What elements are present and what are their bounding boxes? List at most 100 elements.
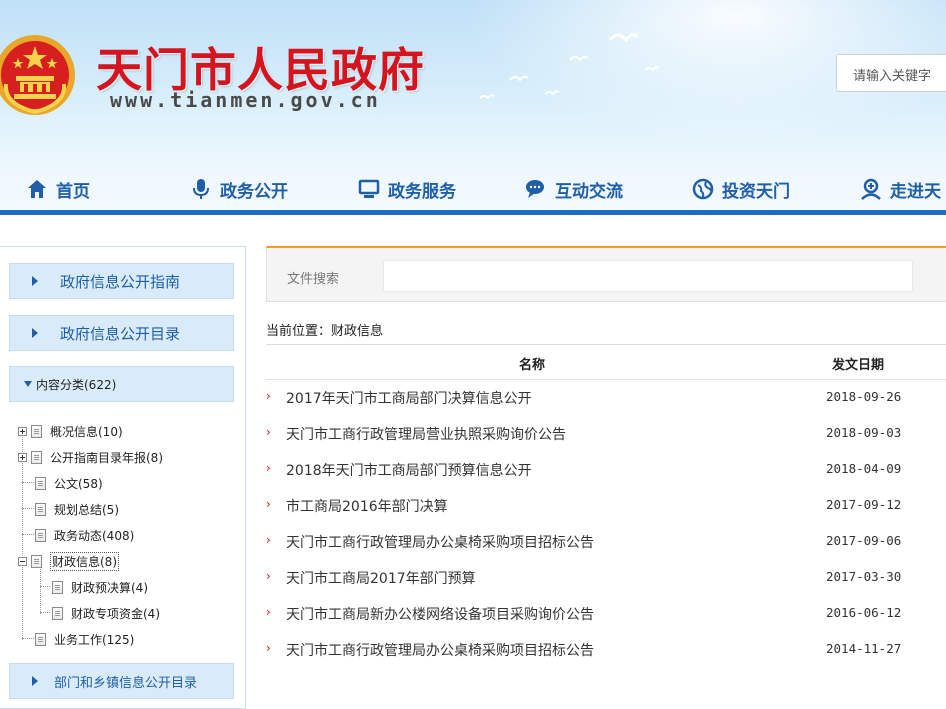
nav-item-label: 互动交流 [555, 181, 623, 202]
row-date: 2017-03-30 [826, 569, 902, 584]
row-title-link[interactable]: 天门市工商行政管理局办公桌椅采购项目招标公告 [286, 532, 594, 552]
chevron-right-icon: › [266, 461, 271, 475]
tree-item-planning[interactable]: 规划总结(5) [35, 501, 119, 517]
tree-item-label: 政务动态(408) [54, 528, 135, 543]
divider [266, 344, 946, 345]
nav-item-home[interactable]: 首页 [26, 176, 90, 202]
table-row[interactable]: › 2017年天门市工商局部门决算信息公开 2018-09-26 [266, 380, 946, 416]
column-header-name: 名称 [519, 358, 546, 373]
table-row[interactable]: › 天门市工商局2017年部门预算 2017-03-30 [266, 560, 946, 596]
tree-item-label: 财政信息(8) [50, 551, 119, 571]
table-row[interactable]: › 市工商局2016年部门决算 2017-09-12 [266, 488, 946, 524]
search-input[interactable]: 请输入关键字 [836, 54, 946, 92]
sidebar-catalog-button[interactable]: 政府信息公开目录 [9, 315, 234, 351]
chevron-right-icon: › [266, 569, 271, 583]
nav-item-government-affairs[interactable]: 政务公开 [190, 176, 288, 202]
row-title-link[interactable]: 天门市工商行政管理局营业执照采购询价公告 [286, 424, 566, 444]
file-search-panel: 文件搜索 [266, 246, 946, 302]
chevron-right-icon: › [266, 641, 271, 655]
arrow-right-icon [32, 676, 38, 686]
document-icon [52, 580, 63, 594]
table-row[interactable]: › 天门市工商局新办公楼网络设备项目采购询价公告 2016-06-12 [266, 596, 946, 632]
category-header[interactable]: 内容分类(622) [9, 366, 234, 402]
row-title-link[interactable]: 天门市工商局新办公楼网络设备项目采购询价公告 [286, 604, 594, 624]
arrow-right-icon [32, 328, 38, 338]
document-icon [35, 632, 46, 646]
person-icon [861, 178, 881, 200]
tree-item-label: 规划总结(5) [54, 502, 119, 517]
row-title-link[interactable]: 天门市工商行政管理局办公桌椅采购项目招标公告 [286, 640, 594, 660]
site-header: 天门市人民政府 www.tianmen.gov.cn 请输入关键字 首页 政务公… [0, 0, 946, 215]
row-date: 2017-09-12 [826, 497, 902, 512]
nav-item-about[interactable]: 走进天 [860, 176, 941, 202]
breadcrumb: 当前位置：财政信息 [266, 324, 384, 339]
file-search-label: 文件搜索 [287, 272, 340, 287]
collapse-icon[interactable] [18, 556, 27, 566]
nav-item-services[interactable]: 政务服务 [358, 176, 456, 202]
row-date: 2014-11-27 [826, 641, 902, 656]
nav-underline-bar [0, 210, 946, 215]
nav-item-investment[interactable]: 投资天门 [692, 176, 790, 202]
microphone-icon [193, 179, 209, 199]
globe-icon [692, 178, 714, 200]
main-nav: 首页 政务公开 政务服务 互动交流 投资天门 走进天 [0, 166, 946, 210]
tree-item-documents[interactable]: 公文(58) [35, 475, 103, 491]
chevron-right-icon: › [266, 389, 271, 403]
document-icon [31, 450, 42, 464]
chevron-right-icon: › [266, 425, 271, 439]
tree-item-label: 财政预决算(4) [71, 580, 148, 595]
document-icon [35, 502, 46, 516]
home-icon [28, 180, 46, 198]
chevron-right-icon: › [266, 497, 271, 511]
arrow-right-icon [32, 276, 38, 286]
row-date: 2018-09-03 [826, 425, 902, 440]
sidebar-item-label: 政府信息公开指南 [60, 272, 181, 291]
chevron-right-icon: › [266, 605, 271, 619]
document-icon [31, 424, 42, 438]
nav-item-label: 走进天 [890, 181, 941, 202]
monitor-icon [358, 179, 380, 198]
table-row[interactable]: › 天门市工商行政管理局营业执照采购询价公告 2018-09-03 [266, 416, 946, 452]
tree-item-overview[interactable]: 概况信息(10) [18, 423, 123, 439]
table-row[interactable]: › 2018年天门市工商局部门预算信息公开 2018-04-09 [266, 452, 946, 488]
nav-item-label: 政务服务 [388, 181, 456, 202]
row-title-link[interactable]: 市工商局2016年部门决算 [286, 496, 448, 516]
site-url: www.tianmen.gov.cn [110, 88, 381, 112]
chevron-right-icon: › [266, 533, 271, 547]
national-emblem-icon [0, 35, 75, 115]
tree-item-special-funds[interactable]: 财政专项资金(4) [52, 605, 160, 621]
sidebar-guide-button[interactable]: 政府信息公开指南 [9, 263, 234, 299]
doves-decoration [479, 33, 660, 100]
table-header: 名称 发文日期 [266, 346, 946, 380]
table-row[interactable]: › 天门市工商行政管理局办公桌椅采购项目招标公告 2017-09-06 [266, 524, 946, 560]
row-title-link[interactable]: 2018年天门市工商局部门预算信息公开 [286, 460, 532, 480]
tree-item-finance[interactable]: 财政信息(8) [18, 551, 119, 571]
tree-item-budget[interactable]: 财政预决算(4) [52, 579, 148, 595]
expand-icon[interactable] [18, 426, 27, 436]
document-icon [31, 554, 42, 568]
document-icon [35, 476, 46, 490]
sidebar-dept-button[interactable]: 部门和乡镇信息公开目录 [9, 663, 234, 699]
row-title-link[interactable]: 天门市工商局2017年部门预算 [286, 568, 476, 588]
row-title-link[interactable]: 2017年天门市工商局部门决算信息公开 [286, 388, 532, 408]
category-label: 内容分类(622) [36, 377, 117, 392]
document-icon [52, 606, 63, 620]
row-date: 2018-04-09 [826, 461, 902, 476]
tree-item-business[interactable]: 业务工作(125) [35, 631, 134, 647]
tree-item-guide-reports[interactable]: 公开指南目录年报(8) [18, 449, 163, 465]
document-icon [35, 528, 46, 542]
table-row[interactable]: › 天门市工商行政管理局办公桌椅采购项目招标公告 2014-11-27 [266, 632, 946, 668]
row-date: 2018-09-26 [826, 389, 902, 404]
tree-item-news[interactable]: 政务动态(408) [35, 527, 134, 543]
tree-item-label: 业务工作(125) [54, 632, 135, 647]
tree-item-label: 公文(58) [54, 476, 103, 491]
nav-item-label: 首页 [56, 181, 90, 202]
nav-item-interaction[interactable]: 互动交流 [525, 176, 623, 202]
expand-icon[interactable] [18, 452, 27, 462]
row-date: 2016-06-12 [826, 605, 902, 620]
arrow-down-icon [24, 381, 32, 387]
row-date: 2017-09-06 [826, 533, 902, 548]
file-search-input[interactable] [383, 260, 913, 292]
column-header-date: 发文日期 [832, 358, 885, 373]
sidebar-item-label: 政府信息公开目录 [60, 324, 181, 343]
